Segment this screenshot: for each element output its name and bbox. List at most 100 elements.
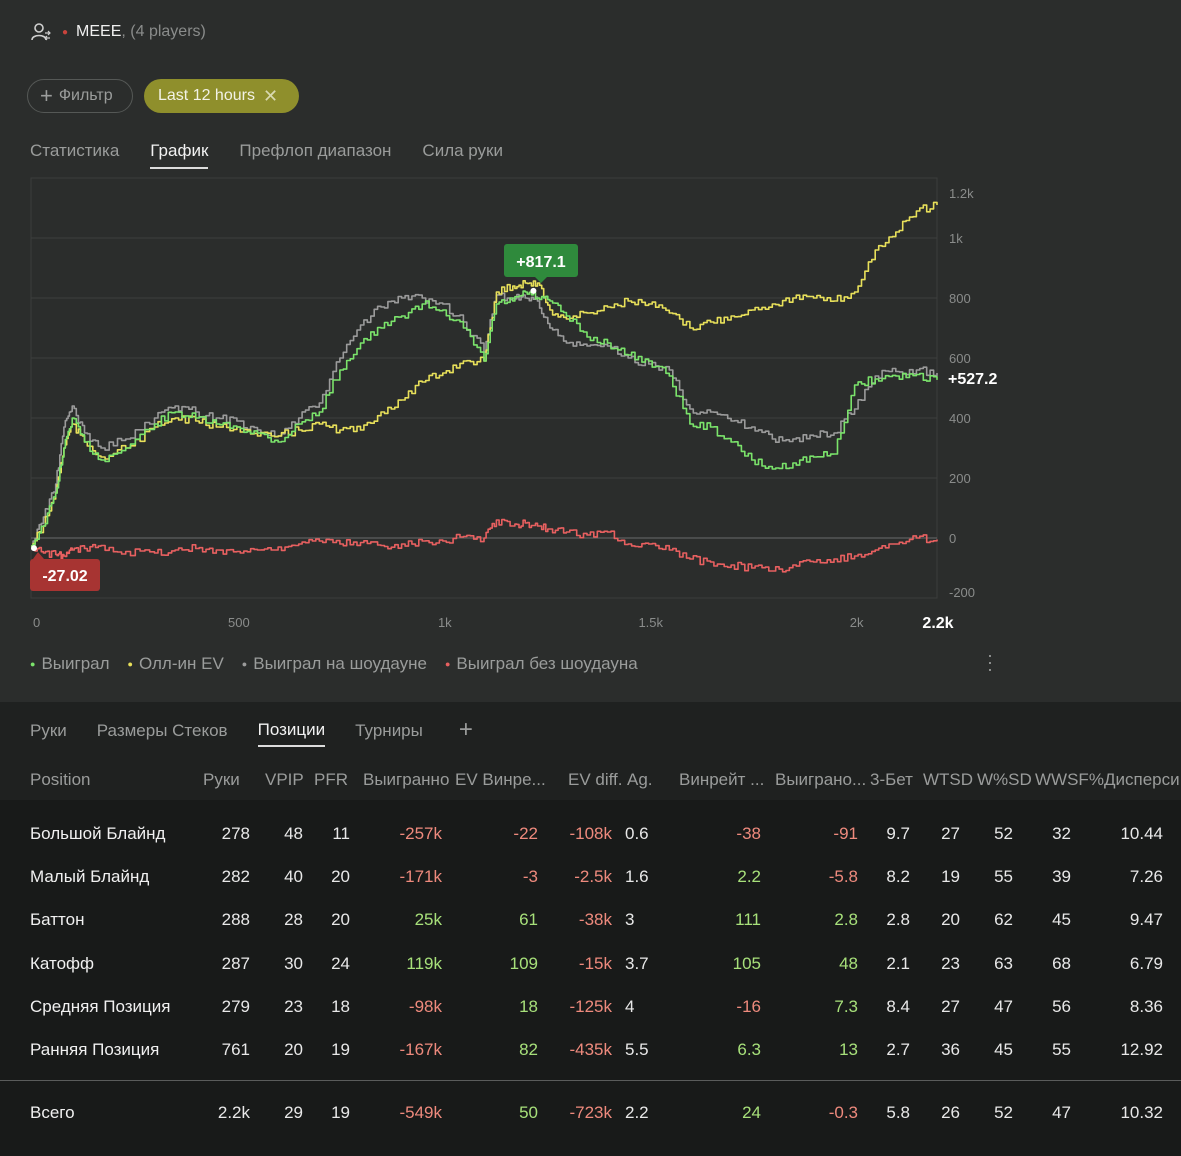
- tab-preflop-range[interactable]: Префлоп диапазон: [239, 141, 391, 169]
- legend-item-won[interactable]: ● Выиграл: [30, 654, 110, 674]
- x-tick-label: 1k: [438, 615, 452, 630]
- table-cell: 62: [994, 910, 1013, 930]
- table-row[interactable]: Ранняя Позиция 761 20 19 -167k 82 -435k 5.5 6.3 1…: [0, 1030, 1181, 1070]
- user-swap-icon[interactable]: [30, 21, 52, 43]
- column-header[interactable]: WTSD: [923, 770, 973, 790]
- y-tick-label: 800: [949, 291, 971, 306]
- x-tick-label: 500: [228, 615, 250, 630]
- column-header[interactable]: VPIP: [265, 770, 304, 790]
- column-header[interactable]: Выиграно...: [775, 770, 866, 790]
- table-cell: 19: [331, 1103, 350, 1122]
- table-cell: 28: [284, 910, 303, 930]
- table-cell: 6.3: [737, 1040, 761, 1059]
- more-options-icon[interactable]: · · ·: [984, 646, 996, 678]
- x-max-label: 2.2k: [922, 615, 953, 632]
- table-cell: 282: [221, 867, 250, 887]
- tab-positions[interactable]: Позиции: [257, 720, 326, 747]
- table-row[interactable]: Катофф 287 30 24 119k 109 -15k 3.7 105 48 2.1 23 63 6…: [0, 944, 1181, 984]
- tab-hand-strength[interactable]: Сила руки: [422, 141, 503, 169]
- table-cell: 63: [994, 953, 1013, 973]
- tab-statistics[interactable]: Статистика: [30, 141, 119, 169]
- column-header[interactable]: PFR: [314, 770, 348, 790]
- column-header[interactable]: 3-Бет: [870, 770, 913, 790]
- plus-icon: +: [40, 83, 53, 108]
- tooltip-low-label: -27.02: [42, 568, 87, 585]
- table-cell: -108k: [569, 824, 612, 843]
- legend-item-allin-ev[interactable]: ● Олл-ин EV: [128, 654, 224, 674]
- graph-section: ● MEEE , (4 players) + Фильтр Last 12 ho…: [0, 0, 1181, 702]
- table-header: Position Руки VPIP PFR Выигранно EV Винре... E…: [0, 764, 1181, 802]
- tab-stack-sizes[interactable]: Размеры Стеков: [97, 721, 228, 746]
- column-header[interactable]: Выигранно: [363, 770, 449, 790]
- table-cell: 18: [331, 996, 350, 1016]
- position-name: Малый Блайнд: [30, 867, 150, 887]
- legend-item-showdown[interactable]: ● Выиграл на шоудауне: [242, 654, 427, 674]
- filter-button[interactable]: + Фильтр: [27, 79, 133, 113]
- table-cell: 20: [331, 867, 350, 887]
- table-cell: 48: [839, 953, 858, 973]
- table-cell: 25k: [414, 910, 442, 930]
- column-header[interactable]: Ag.: [627, 770, 653, 790]
- column-header[interactable]: EV Винре...: [455, 770, 546, 790]
- table-cell: 9.47: [1129, 910, 1163, 930]
- table-cell: 105: [732, 953, 761, 973]
- position-name: Большой Блайнд: [30, 824, 166, 843]
- table-cell: 23: [284, 996, 303, 1016]
- column-header[interactable]: EV diff.: [568, 770, 623, 790]
- column-header[interactable]: Position: [30, 770, 90, 790]
- add-tab-icon[interactable]: +: [459, 716, 473, 744]
- table-cell: 50: [519, 1103, 538, 1122]
- table-row[interactable]: Баттон 288 28 20 25k 61 -38k 3 111 2.8 2.8 20 62 45 9.…: [0, 900, 1181, 940]
- column-header[interactable]: W%SD: [977, 770, 1032, 790]
- table-row[interactable]: Средняя Позиция 279 23 18 -98k 18 -125k 4 -16 7.3…: [0, 987, 1181, 1027]
- table-cell: -171k: [399, 867, 442, 887]
- x-tick-label: 2k: [850, 615, 864, 630]
- position-name: Средняя Позиция: [30, 996, 171, 1016]
- winnings-chart[interactable]: 1.2k 1k 800 600 400 200 0 -200 0 500 1k 1.5k 2k 2.2k +…: [0, 170, 1000, 640]
- y-tick-label: 200: [949, 471, 971, 486]
- table-cell: 279: [221, 996, 250, 1016]
- table-cell: 18: [519, 996, 538, 1016]
- time-filter-chip[interactable]: Last 12 hours ✕: [144, 79, 299, 113]
- legend-label: Выиграл без шоудауна: [456, 654, 638, 673]
- top-tabs: Статистика График Префлоп диапазон Сила …: [30, 141, 534, 169]
- table-cell: 2.2: [737, 867, 761, 887]
- table-cell: -3: [522, 867, 538, 887]
- column-header[interactable]: Руки: [203, 770, 240, 790]
- legend-label: Выиграл на шоудауне: [253, 654, 427, 673]
- position-name: Баттон: [30, 910, 85, 930]
- end-value-label: +527.2: [948, 371, 997, 388]
- y-tick-label: 400: [949, 411, 971, 426]
- table-cell: -435k: [569, 1040, 612, 1059]
- column-header[interactable]: Винрейт ...: [679, 770, 764, 790]
- table-total-row[interactable]: Всего 2.2k 29 19 -549k 50 -723k 2.2 24 -0.3 5.8 26 5…: [0, 1093, 1181, 1133]
- table-cell: 12.92: [1120, 1040, 1163, 1059]
- series-line-showdown: [31, 292, 938, 547]
- x-tick-label: 0: [33, 615, 40, 630]
- tab-hands[interactable]: Руки: [30, 721, 67, 746]
- table-cell: 3.7: [625, 953, 649, 973]
- table-cell: -549k: [399, 1103, 442, 1122]
- table-cell: 111: [735, 910, 761, 930]
- table-row[interactable]: Малый Блайнд 282 40 20 -171k -3 -2.5k 1.6 2.2 -5.…: [0, 857, 1181, 897]
- table-cell: 30: [284, 953, 303, 973]
- table-row[interactable]: Большой Блайнд 278 48 11 -257k -22 -108k 0.6 -38…: [0, 814, 1181, 854]
- table-cell: 2.8: [834, 910, 858, 930]
- table-cell: 48: [284, 824, 303, 843]
- tab-graph[interactable]: График: [150, 141, 209, 169]
- table-cell: 26: [941, 1103, 960, 1122]
- column-header[interactable]: WWSF%: [1035, 770, 1104, 790]
- tab-tournaments[interactable]: Турниры: [355, 721, 423, 746]
- table-cell: 9.7: [886, 824, 910, 843]
- table-cell: 47: [1052, 1103, 1071, 1122]
- legend-label: Олл-ин EV: [138, 654, 224, 673]
- close-icon[interactable]: ✕: [263, 86, 278, 107]
- player-name[interactable]: MEEE: [76, 23, 121, 41]
- column-header[interactable]: Дисперси: [1104, 770, 1180, 790]
- table-cell: 68: [1052, 953, 1071, 973]
- legend-item-non-showdown[interactable]: ● Выиграл без шоудауна: [445, 654, 638, 674]
- table-cell: -98k: [408, 996, 442, 1016]
- filter-label: Фильтр: [58, 87, 113, 104]
- table-cell: 109: [509, 953, 538, 973]
- position-name: Всего: [30, 1103, 75, 1122]
